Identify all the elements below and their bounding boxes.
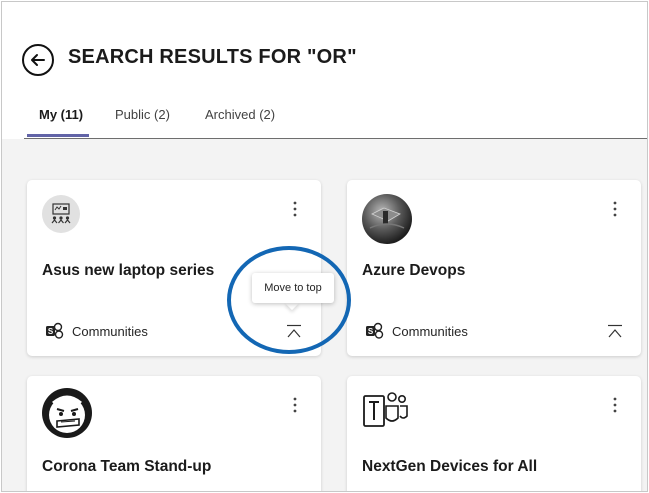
more-vertical-icon <box>293 201 297 217</box>
card-type: S Communities <box>45 322 148 340</box>
svg-text:S: S <box>48 327 54 336</box>
meeting-room-icon <box>42 195 80 233</box>
azure-devops-avatar <box>362 194 412 244</box>
communities-icon: S <box>46 322 64 339</box>
highlight-circle <box>227 246 351 354</box>
result-card[interactable]: NextGen Devices for All <box>347 376 641 491</box>
more-vertical-icon <box>613 201 617 217</box>
result-card[interactable]: Corona Team Stand-up <box>27 376 321 491</box>
card-title: Azure Devops <box>362 262 466 279</box>
page-title: SEARCH RESULTS FOR "OR" <box>68 46 357 68</box>
teams-icon <box>363 392 408 427</box>
card-title: Corona Team Stand-up <box>42 458 212 475</box>
back-button[interactable] <box>22 44 54 76</box>
more-vertical-icon <box>613 397 617 413</box>
tab-my[interactable]: My (11) <box>39 107 83 122</box>
search-results-page: SEARCH RESULTS FOR "OR" My (11) Public (… <box>1 1 648 492</box>
more-options-button[interactable] <box>287 394 303 416</box>
header: SEARCH RESULTS FOR "OR" My (11) Public (… <box>2 2 647 139</box>
tab-archived[interactable]: Archived (2) <box>205 107 275 122</box>
more-options-button[interactable] <box>287 198 303 220</box>
card-title: NextGen Devices for All <box>362 458 538 475</box>
arrow-left-icon <box>31 54 45 66</box>
move-to-top-icon[interactable] <box>607 324 623 340</box>
communities-icon: S <box>366 322 384 339</box>
svg-text:S: S <box>368 327 374 336</box>
more-options-button[interactable] <box>607 198 623 220</box>
tab-public[interactable]: Public (2) <box>115 107 170 122</box>
more-options-button[interactable] <box>607 394 623 416</box>
card-title: Asus new laptop series <box>42 262 215 279</box>
tabs-divider <box>24 138 647 139</box>
corona-face-icon <box>42 388 92 438</box>
result-card[interactable]: Azure Devops S Communities <box>347 180 641 356</box>
active-tab-indicator <box>27 134 89 137</box>
card-type-label: Communities <box>392 323 468 339</box>
card-type-label: Communities <box>72 323 148 339</box>
more-vertical-icon <box>293 397 297 413</box>
card-type: S Communities <box>365 322 468 340</box>
